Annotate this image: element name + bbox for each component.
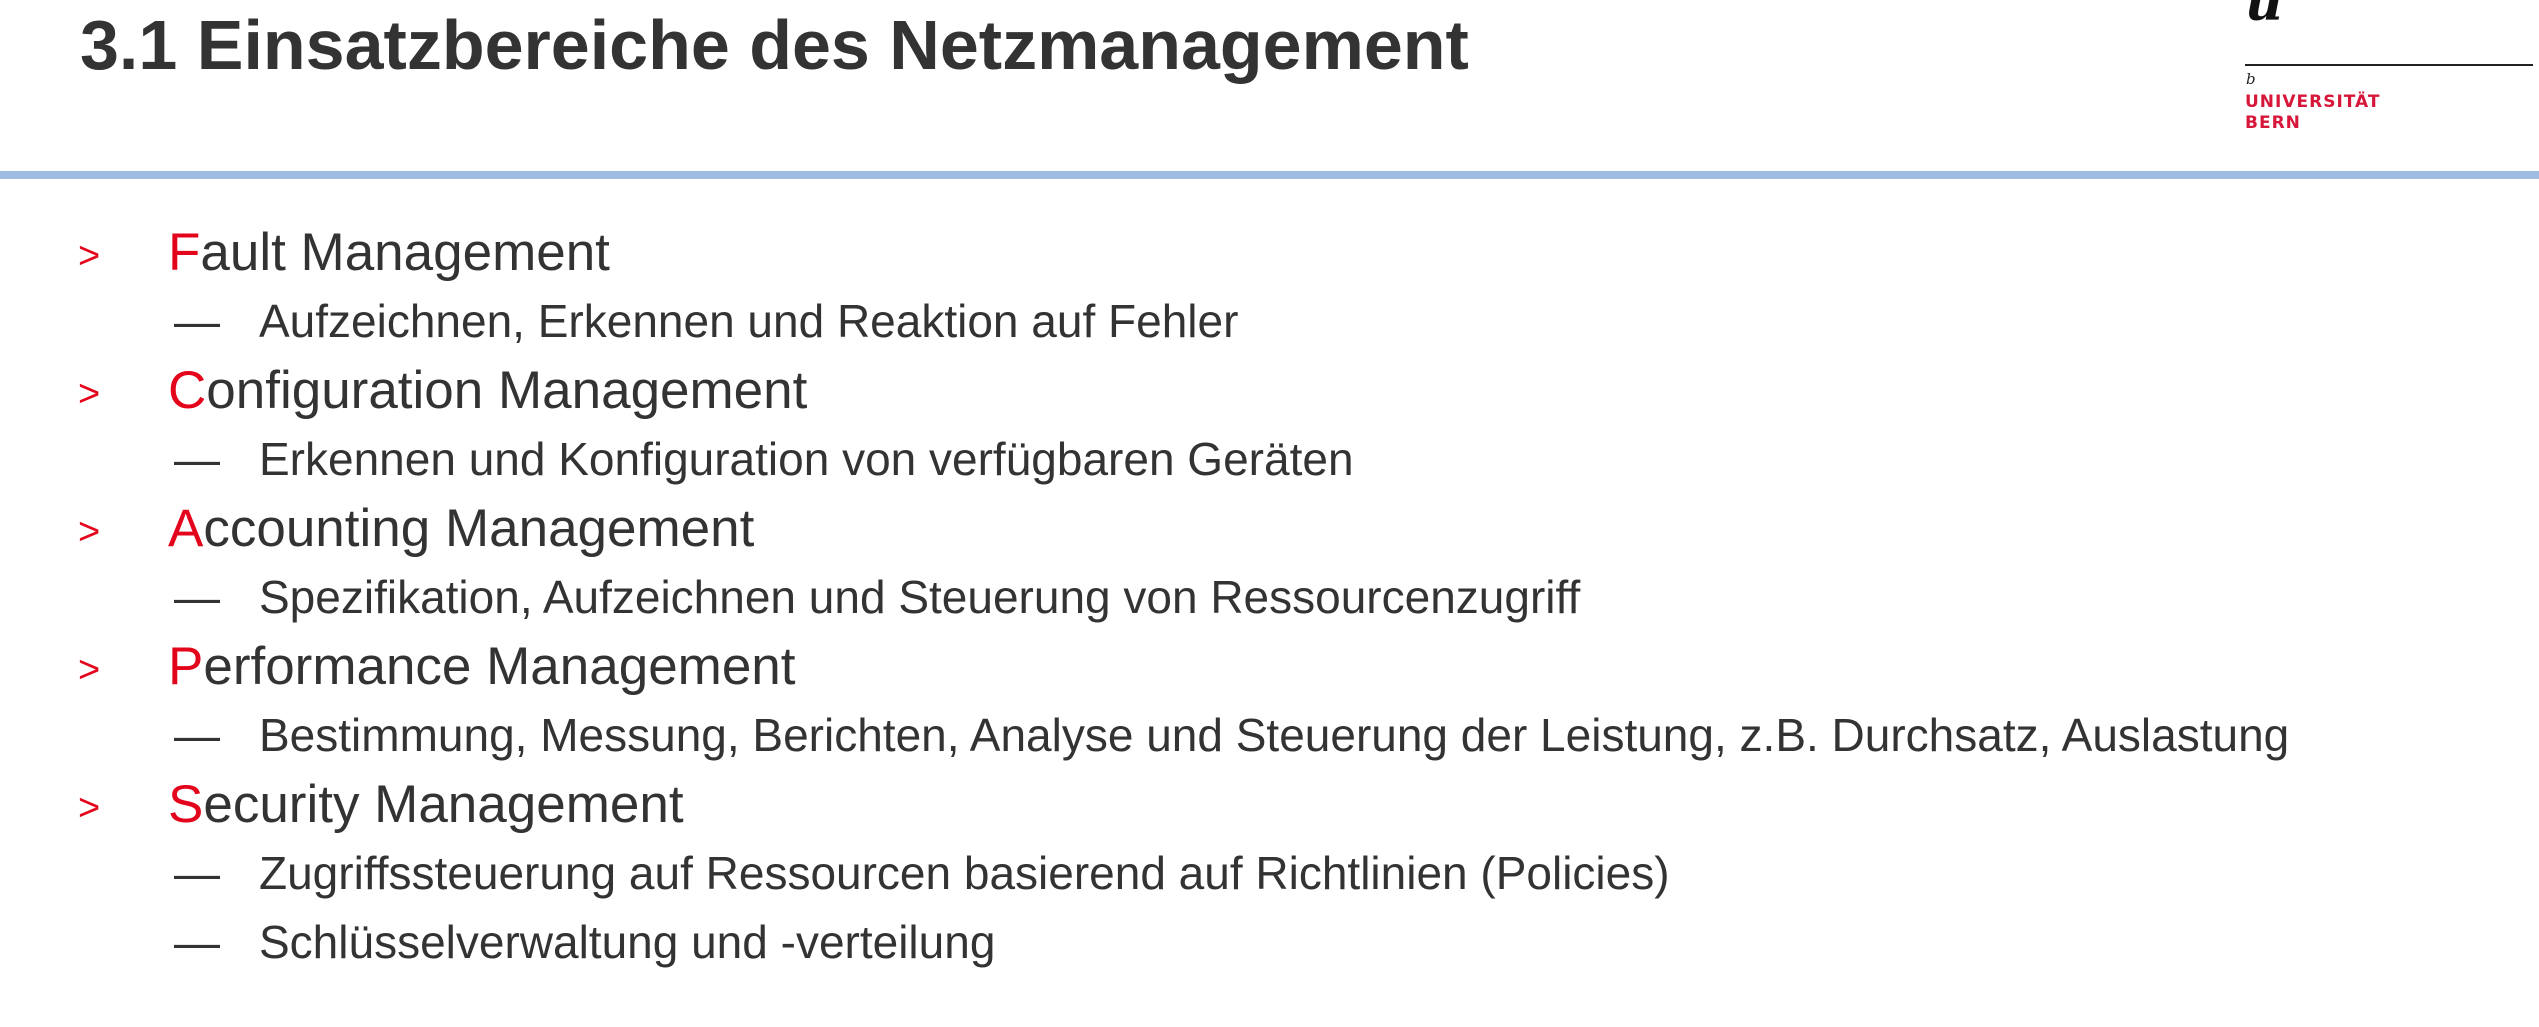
logo-text-line2: BERN [2245,113,2301,133]
sub-item: — Spezifikation, Aufzeichnen und Steueru… [0,563,2539,632]
list-item-performance-management: > Performance Management [0,632,2539,701]
item-heading-rest: onfiguration Management [206,361,808,420]
dash-bullet-icon: — [174,433,220,485]
item-heading-rest: ccounting Management [203,499,755,558]
item-initial: S [168,775,204,834]
sub-item-text: Bestimmung, Messung, Berichten, Analyse … [259,709,2290,761]
dash-bullet-icon: — [174,709,220,761]
item-heading: Configuration Management [168,360,807,422]
logo-rule [2245,64,2533,66]
item-heading-rest: ault Management [200,223,610,282]
university-logo: u b UNIVERSITÄT BERN [2245,0,2535,140]
sub-item: — Zugriffssteuerung auf Ressourcen basie… [0,839,2539,908]
list-item-accounting-management: > Accounting Management [0,494,2539,563]
list-item-configuration-management: > Configuration Management [0,356,2539,425]
item-initial: A [168,499,204,558]
sub-item-text: Aufzeichnen, Erkennen und Reaktion auf F… [259,295,1239,347]
logo-text-line1: UNIVERSITÄT [2245,92,2381,112]
logo-b-mark: b [2246,70,2256,88]
logo-u-mark: u [2245,0,2283,33]
dash-bullet-icon: — [174,295,220,347]
sub-item-text: Zugriffssteuerung auf Ressourcen basiere… [259,847,1670,899]
item-heading: Performance Management [168,636,796,698]
dash-bullet-icon: — [174,916,220,968]
bullet-arrow-icon: > [78,511,101,553]
bullet-list: > Fault Management — Aufzeichnen, Erkenn… [0,218,2539,977]
logo-text: UNIVERSITÄT BERN [2245,92,2381,134]
sub-item: — Erkennen und Konfiguration von verfügb… [0,425,2539,494]
sub-item: — Aufzeichnen, Erkennen und Reaktion auf… [0,287,2539,356]
list-item-security-management: > Security Management [0,770,2539,839]
item-initial: P [168,637,204,696]
item-initial: F [168,223,201,282]
item-heading: Accounting Management [168,498,754,560]
bullet-arrow-icon: > [78,649,101,691]
item-heading: Fault Management [168,222,610,284]
sub-item: — Schlüsselverwaltung und -verteilung [0,908,2539,977]
sub-item-text: Erkennen und Konfiguration von verfügbar… [259,433,1354,485]
header-rule [0,171,2539,179]
list-item-fault-management: > Fault Management [0,218,2539,287]
bullet-arrow-icon: > [78,235,101,277]
sub-item: — Bestimmung, Messung, Berichten, Analys… [0,701,2539,770]
dash-bullet-icon: — [174,571,220,623]
item-heading-rest: ecurity Management [203,775,684,834]
bullet-arrow-icon: > [78,373,101,415]
sub-item-text: Spezifikation, Aufzeichnen und Steuerung… [259,571,1581,623]
slide-title: 3.1 Einsatzbereiche des Netzmanagement [80,6,1469,84]
sub-item-text: Schlüsselverwaltung und -verteilung [259,916,996,968]
bullet-arrow-icon: > [78,787,101,829]
item-initial: C [168,361,207,420]
item-heading-rest: erformance Management [203,637,796,696]
dash-bullet-icon: — [174,847,220,899]
item-heading: Security Management [168,774,684,836]
